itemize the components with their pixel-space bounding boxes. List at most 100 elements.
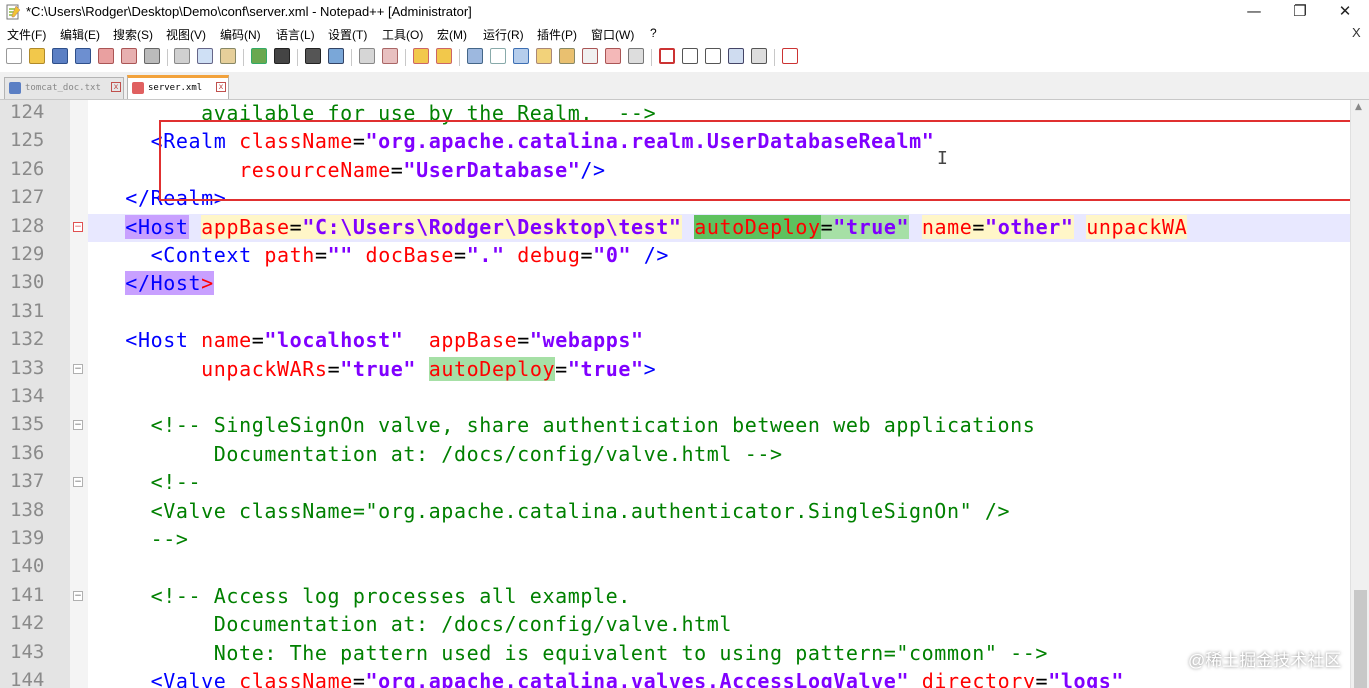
menu-bar: 文件(F) 编辑(E) 搜索(S) 视图(V) 编码(N) 语言(L) 设置(T… xyxy=(0,24,1369,44)
code-line[interactable]: 136 Documentation at: /docs/config/valve… xyxy=(0,441,1350,469)
code-text: <!-- Access log processes all example. xyxy=(100,584,631,608)
user-language-icon[interactable] xyxy=(536,48,552,64)
redo-icon[interactable] xyxy=(274,48,290,64)
code-token: "true" xyxy=(567,356,644,381)
line-number: 131 xyxy=(10,299,45,322)
menu-plugins[interactable]: 插件(P) xyxy=(537,26,577,43)
menu-help[interactable]: ? xyxy=(650,26,657,40)
paste-icon[interactable] xyxy=(220,48,236,64)
open-file-icon[interactable] xyxy=(29,48,45,64)
code-text: unpackWARs="true" autoDeploy="true"> xyxy=(100,356,656,381)
code-token: debug xyxy=(517,243,581,267)
code-line[interactable]: 135 − <!-- SingleSignOn valve, share auth… xyxy=(0,412,1350,440)
menu-settings[interactable]: 设置(T) xyxy=(328,26,367,43)
code-line[interactable]: 137 − <!-- xyxy=(0,469,1350,497)
find-icon[interactable] xyxy=(305,48,321,64)
close-document-icon[interactable]: X xyxy=(1352,25,1361,40)
monitoring-icon[interactable] xyxy=(628,48,644,64)
code-token: "." xyxy=(466,243,505,267)
menu-window[interactable]: 窗口(W) xyxy=(591,26,634,43)
cut-icon[interactable] xyxy=(174,48,190,64)
spell-check-icon[interactable] xyxy=(782,48,798,64)
close-tab-icon[interactable]: x xyxy=(216,82,226,92)
zoom-in-icon[interactable] xyxy=(359,48,375,64)
menu-language[interactable]: 语言(L) xyxy=(276,26,315,43)
minimize-button[interactable]: — xyxy=(1231,0,1277,24)
zoom-out-icon[interactable] xyxy=(382,48,398,64)
tab-tomcat-doc[interactable]: tomcat_doc.txt x xyxy=(4,77,124,99)
code-line[interactable]: 129 <Context path="" docBase="." debug="… xyxy=(0,242,1350,270)
code-line[interactable]: 133− unpackWARs="true" autoDeploy="true"… xyxy=(0,356,1350,384)
line-number: 129 xyxy=(10,243,45,265)
code-line[interactable]: 130 </Host> xyxy=(0,270,1350,298)
code-line[interactable]: 144 <Valve className="org.apache.catalin… xyxy=(0,668,1350,688)
fold-toggle-icon[interactable]: − xyxy=(73,477,83,488)
scroll-up-icon[interactable]: ▲ xyxy=(1355,102,1362,112)
copy-icon[interactable] xyxy=(197,48,213,64)
new-file-icon[interactable] xyxy=(6,48,22,64)
code-token: "true" xyxy=(340,356,417,381)
tab-server-xml[interactable]: server.xml x xyxy=(127,75,229,99)
code-text: <Host name="localhost" appBase="webapps" xyxy=(100,328,644,352)
code-text: --> xyxy=(100,527,189,551)
playback-icon[interactable] xyxy=(705,48,721,64)
fold-toggle-icon[interactable]: − xyxy=(73,363,83,374)
word-wrap-icon[interactable] xyxy=(467,48,483,64)
menu-encoding[interactable]: 编码(N) xyxy=(220,26,261,43)
fold-toggle-icon[interactable]: − xyxy=(73,420,83,431)
saved-file-icon xyxy=(9,82,21,94)
menu-view[interactable]: 视图(V) xyxy=(166,26,206,43)
code-token: /> xyxy=(643,243,670,267)
code-token: "logs" xyxy=(1048,669,1125,688)
fold-toggle-icon[interactable]: − xyxy=(73,221,83,232)
code-line[interactable]: 139 --> xyxy=(0,526,1350,554)
sync-vertical-icon[interactable] xyxy=(413,48,429,64)
code-line[interactable]: 141 − <!-- Access log processes all examp… xyxy=(0,583,1350,611)
function-list-icon[interactable] xyxy=(582,48,598,64)
folder-as-workspace-icon[interactable] xyxy=(605,48,621,64)
tab-bar: tomcat_doc.txt x server.xml x xyxy=(0,72,1369,100)
menu-search[interactable]: 搜索(S) xyxy=(113,26,153,43)
code-token: --> xyxy=(100,527,189,551)
undo-icon[interactable] xyxy=(251,48,267,64)
line-number: 141 xyxy=(10,583,45,606)
maximize-button[interactable]: ❐ xyxy=(1277,0,1323,24)
scrollbar-thumb[interactable] xyxy=(1354,590,1367,688)
close-tab-icon[interactable]: x xyxy=(111,82,121,92)
stop-recording-icon[interactable] xyxy=(682,48,698,64)
close-all-icon[interactable] xyxy=(121,48,137,64)
close-file-icon[interactable] xyxy=(98,48,114,64)
code-line[interactable]: 142 Documentation at: /docs/config/valve… xyxy=(0,611,1350,639)
code-line[interactable]: 131 xyxy=(0,299,1350,327)
show-all-characters-icon[interactable] xyxy=(490,48,506,64)
menu-tools[interactable]: 工具(O) xyxy=(382,26,423,43)
indent-guide-icon[interactable] xyxy=(513,48,529,64)
menu-macro[interactable]: 宏(M) xyxy=(437,26,467,43)
code-line[interactable]: 138 <Valve className="org.apache.catalin… xyxy=(0,498,1350,526)
code-line[interactable]: 132 <Host name="localhost" appBase="weba… xyxy=(0,327,1350,355)
run-macro-multiple-icon[interactable] xyxy=(728,48,744,64)
save-all-icon[interactable] xyxy=(75,48,91,64)
code-token: unpackWA xyxy=(1086,214,1188,239)
menu-edit[interactable]: 编辑(E) xyxy=(60,26,100,43)
menu-file[interactable]: 文件(F) xyxy=(7,26,46,43)
code-line[interactable]: 140 xyxy=(0,554,1350,582)
record-macro-icon[interactable] xyxy=(659,48,675,64)
document-map-icon[interactable] xyxy=(559,48,575,64)
notepad-plus-plus-icon xyxy=(6,4,21,20)
print-icon[interactable] xyxy=(144,48,160,64)
code-line[interactable]: 134 xyxy=(0,384,1350,412)
code-line[interactable]: 128− <Host appBase="C:\Users\Rodger\Desk… xyxy=(10,213,1350,242)
code-line[interactable]: 143 Note: The pattern used is equivalent… xyxy=(0,640,1350,668)
sync-horizontal-icon[interactable] xyxy=(436,48,452,64)
close-button[interactable]: ✕ xyxy=(1322,0,1368,24)
menu-run[interactable]: 运行(R) xyxy=(483,26,524,43)
save-macro-icon[interactable] xyxy=(751,48,767,64)
vertical-scrollbar[interactable]: ▲ xyxy=(1350,100,1369,688)
save-icon[interactable] xyxy=(52,48,68,64)
replace-icon[interactable] xyxy=(328,48,344,64)
code-token: = xyxy=(327,356,341,381)
code-token: = xyxy=(314,243,328,267)
fold-toggle-icon[interactable]: − xyxy=(73,590,83,601)
